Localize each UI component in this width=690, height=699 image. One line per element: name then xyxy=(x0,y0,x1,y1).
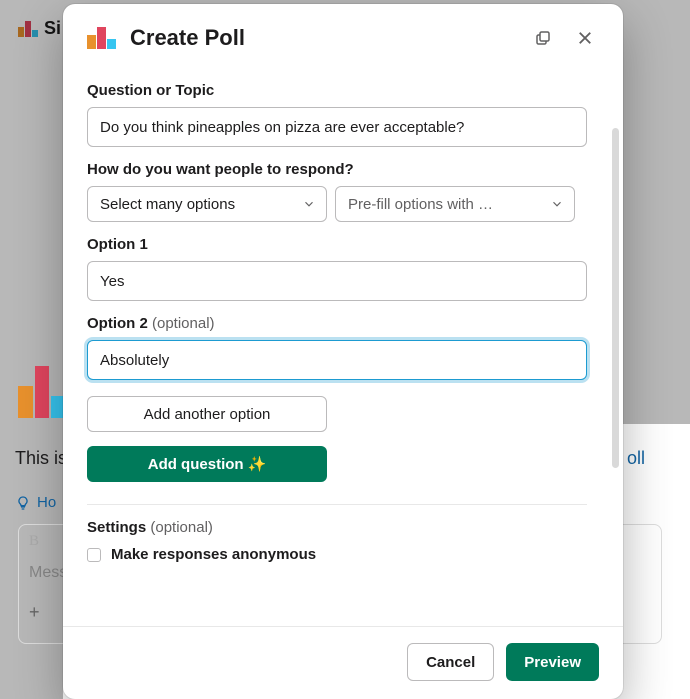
add-question-button[interactable]: Add question ✨ xyxy=(87,446,327,482)
option1-input[interactable] xyxy=(87,261,587,301)
question-label: Question or Topic xyxy=(87,82,587,99)
channel-intro-fragment: This is xyxy=(15,448,67,469)
link-fragment: oll xyxy=(627,448,645,469)
chevron-down-icon xyxy=(550,197,564,211)
preview-button[interactable]: Preview xyxy=(506,643,599,681)
close-icon xyxy=(576,29,594,47)
new-window-button[interactable] xyxy=(529,24,557,52)
modal-footer: Cancel Preview xyxy=(63,626,623,699)
hint-text-fragment: Ho xyxy=(37,494,56,511)
anonymous-label: Make responses anonymous xyxy=(111,546,316,563)
question-input[interactable] xyxy=(87,107,587,147)
anonymous-setting[interactable]: Make responses anonymous xyxy=(87,546,587,563)
create-poll-modal: Create Poll Question or Topic How do you… xyxy=(63,4,623,699)
settings-heading: Settings (optional) xyxy=(87,519,587,536)
checkbox-icon[interactable] xyxy=(87,548,101,562)
lightbulb-icon xyxy=(15,495,31,511)
scrollbar[interactable] xyxy=(612,128,619,468)
sparkle-icon: ✨ xyxy=(248,455,267,473)
modal-title: Create Poll xyxy=(130,25,515,51)
divider xyxy=(87,504,587,505)
respond-label: How do you want people to respond? xyxy=(87,161,587,178)
option2-optional: (optional) xyxy=(152,315,215,332)
large-bars-icon xyxy=(18,360,66,418)
new-window-icon xyxy=(534,29,552,47)
settings-optional: (optional) xyxy=(150,519,213,536)
add-option-button[interactable]: Add another option xyxy=(87,396,327,432)
option2-input[interactable] xyxy=(87,340,587,380)
prefill-select[interactable]: Pre-fill options with … xyxy=(335,186,575,222)
poll-logo-icon xyxy=(87,27,116,49)
option2-label: Option 2 (optional) xyxy=(87,315,587,332)
response-mode-value: Select many options xyxy=(100,196,235,213)
prefill-value: Pre-fill options with … xyxy=(348,196,493,213)
response-mode-select[interactable]: Select many options xyxy=(87,186,327,222)
modal-header: Create Poll xyxy=(63,4,623,68)
hint-row: Ho xyxy=(15,494,56,511)
modal-body: Question or Topic How do you want people… xyxy=(63,68,623,626)
close-button[interactable] xyxy=(571,24,599,52)
cancel-button[interactable]: Cancel xyxy=(407,643,494,681)
option1-label: Option 1 xyxy=(87,236,587,253)
chevron-down-icon xyxy=(302,197,316,211)
